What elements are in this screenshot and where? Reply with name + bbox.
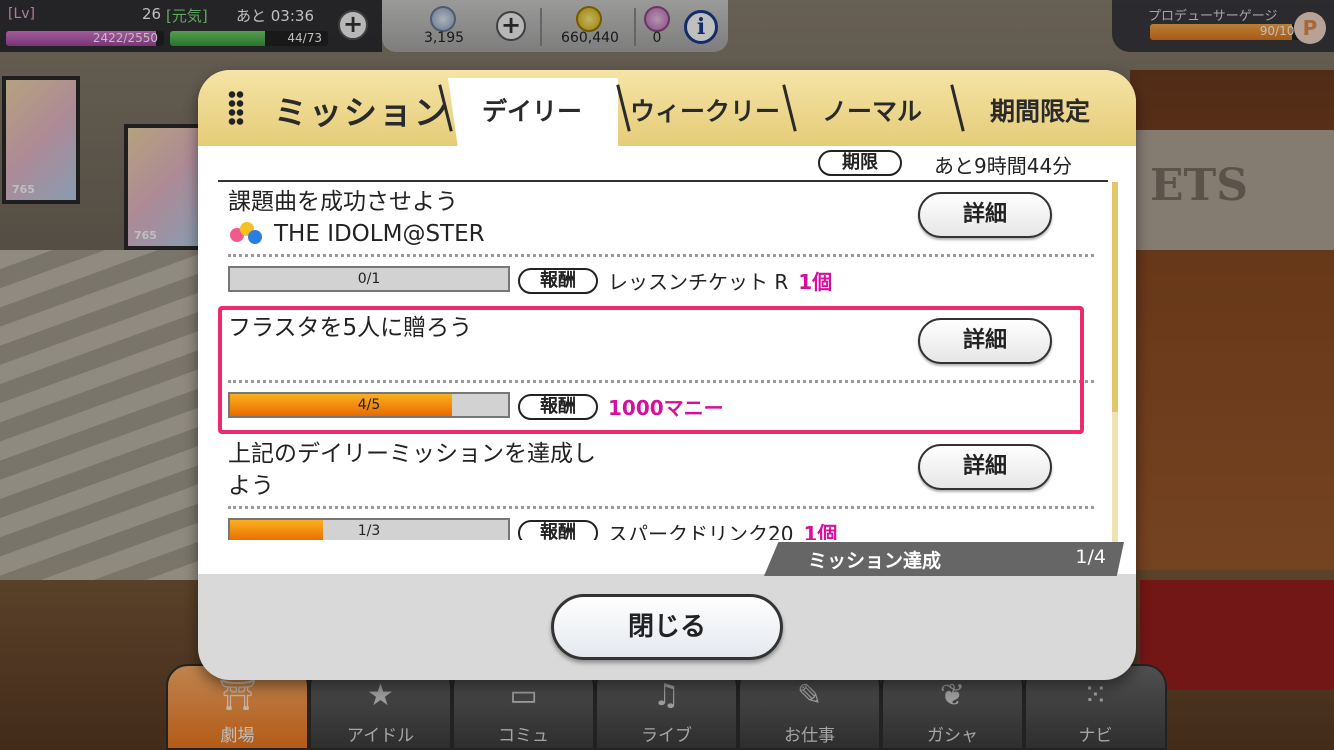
reward-quantity: 1個	[798, 270, 833, 294]
mission-progress: 1/3	[228, 518, 510, 540]
dotted-divider	[228, 254, 1094, 257]
mission-reward: 報酬 スパークドリンク20 1個	[518, 518, 837, 540]
tab-divider	[950, 84, 965, 132]
mission-achievement-bar: ミッション達成 1/4	[764, 542, 1124, 576]
mission-title: 上記のデイリーミッションを達成し	[228, 441, 596, 467]
achievement-label: ミッション達成	[808, 550, 942, 572]
detail-button[interactable]: 詳細	[918, 444, 1052, 490]
song-type-icon	[228, 222, 268, 246]
dotted-divider	[228, 506, 1094, 509]
deadline-remaining: あと9時間44分	[934, 154, 1073, 178]
dialog-title: ミッション	[274, 93, 449, 132]
scrollbar-thumb[interactable]	[1112, 182, 1118, 412]
mission-title-line2: よう	[228, 473, 274, 499]
mission-dialog-header: ミッション デイリー ウィークリー ノーマル 期間限定	[198, 70, 1136, 150]
tab-daily-label: デイリー	[482, 97, 583, 126]
grip-icon	[228, 90, 244, 126]
close-button[interactable]: 閉じる	[551, 594, 783, 660]
mission-progress: 0/1	[228, 266, 510, 292]
tab-limited[interactable]: 期間限定	[990, 92, 1090, 128]
reward-item: スパークドリンク20	[608, 522, 794, 540]
mission-progress-text: 0/1	[357, 271, 381, 287]
reward-item: レッスンチケット R	[608, 270, 789, 294]
mission-item: 課題曲を成功させよう THE IDOLM@STER 詳細 0/1 報酬 レッスン…	[218, 182, 1094, 306]
detail-button[interactable]: 詳細	[918, 192, 1052, 238]
reward-label: 報酬	[518, 519, 598, 540]
tab-weekly[interactable]: ウィークリー	[630, 92, 780, 128]
mission-title-block: 上記のデイリーミッションを達成し よう	[228, 438, 596, 502]
tab-daily[interactable]: デイリー	[448, 78, 618, 150]
mission-title: 課題曲を成功させよう	[228, 189, 458, 215]
highlight-frame	[218, 306, 1084, 434]
mission-list-scrollbar[interactable]	[1112, 182, 1118, 542]
reward-label: 報酬	[518, 267, 598, 294]
reward-quantity: 1個	[803, 522, 838, 540]
achievement-count: 1/4	[1075, 546, 1106, 568]
deadline-label: 期限	[818, 150, 902, 176]
tab-normal[interactable]: ノーマル	[822, 92, 922, 128]
mission-title-block: 課題曲を成功させよう THE IDOLM@STER	[228, 186, 485, 250]
mission-reward: 報酬 レッスンチケット R 1個	[518, 266, 832, 295]
mission-item: 上記のデイリーミッションを達成し よう 詳細 1/3 報酬 スパークドリンク20…	[218, 434, 1094, 540]
mission-subtitle: THE IDOLM@STER	[274, 221, 485, 247]
deadline: 期限 あと9時間44分	[818, 150, 1072, 178]
mission-subtitle-row: THE IDOLM@STER	[228, 218, 485, 250]
mission-progress-text: 1/3	[357, 523, 381, 539]
tab-divider	[782, 84, 797, 132]
tab-divider	[616, 84, 631, 132]
